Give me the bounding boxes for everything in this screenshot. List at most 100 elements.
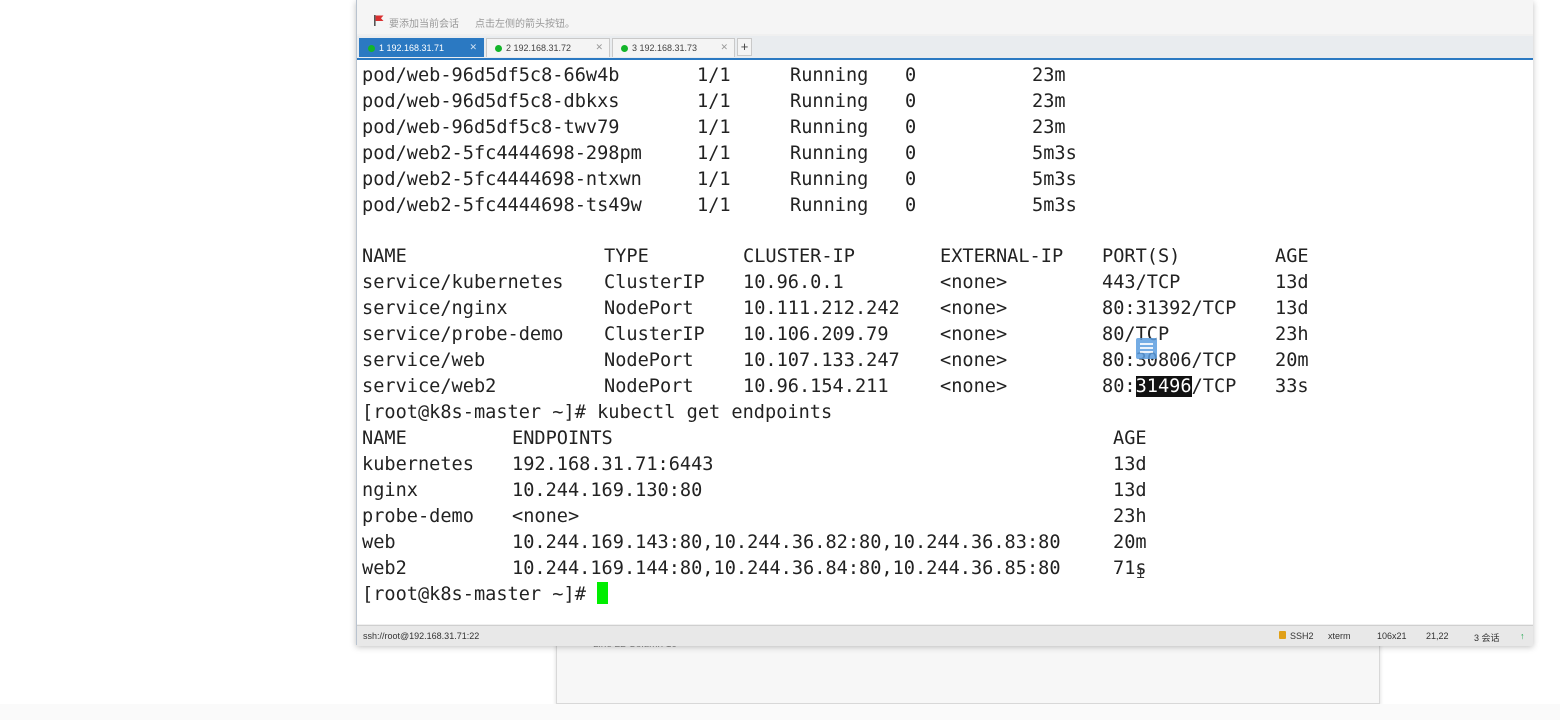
ssh-client-window: 要添加当前会话 点击左侧的箭头按钮。 1 192.168.31.71 ✕ 2 1…: [356, 0, 1533, 646]
pod-name: pod/web-96d5df5c8-66w4b: [362, 65, 620, 86]
service-cluster-ip: 10.96.0.1: [743, 272, 844, 293]
close-tab-icon[interactable]: ✕: [469, 42, 477, 53]
session-tab-label: 1 192.168.31.71: [379, 43, 445, 53]
pod-name: pod/web2-5fc4444698-298pm: [362, 143, 642, 164]
endpoint-addresses: <none>: [512, 506, 580, 527]
connection-address: ssh://root@192.168.31.71:22: [363, 631, 480, 641]
endpoint-name: kubernetes: [362, 454, 474, 475]
session-tab-label: 2 192.168.31.72: [506, 43, 572, 53]
hint-click-arrow: 点击左侧的箭头按钮。: [475, 19, 575, 30]
mouse-ibeam-icon: Ɪ: [1137, 567, 1145, 582]
endpoint-row: nginx 10.244.169.130:80 13d: [362, 478, 1147, 504]
pod-ready: 1/1: [697, 91, 731, 112]
service-row: service/web NodePort 10.107.133.247 <non…: [362, 348, 1309, 374]
session-tab-3[interactable]: 3 192.168.31.73 ✕: [612, 38, 735, 57]
session-hint-bar: 要添加当前会话 点击左侧的箭头按钮。: [357, 10, 1533, 34]
service-type: NodePort: [604, 350, 694, 371]
endpoint-header-row: NAME ENDPOINTS AGE: [362, 426, 1147, 452]
session-tab-2[interactable]: 2 192.168.31.72 ✕: [486, 38, 610, 57]
service-name: service/web2: [362, 376, 497, 397]
terminal-type: xterm: [1328, 631, 1351, 641]
terminal-output[interactable]: pod/web-96d5df5c8-66w4b 1/1 Running 0 23…: [357, 60, 1533, 624]
header-age: AGE: [1275, 246, 1309, 267]
arrow-up-icon[interactable]: ↑: [1520, 631, 1525, 641]
status-bar: ssh://root@192.168.31.71:22 SSH2 xterm 1…: [357, 625, 1533, 646]
pod-status: Running: [790, 65, 869, 86]
pod-row: pod/web-96d5df5c8-twv79 1/1 Running 0 23…: [362, 115, 1066, 141]
shell-prompt: [root@k8s-master ~]#: [362, 402, 586, 423]
session-tab-label: 3 192.168.31.73: [632, 43, 698, 53]
service-external-ip: <none>: [940, 298, 1008, 319]
pod-age: 23m: [1032, 91, 1066, 112]
endpoint-age: 13d: [1113, 454, 1147, 475]
service-name: service/probe-demo: [362, 324, 564, 345]
service-ports: 80:31392/TCP: [1102, 298, 1237, 319]
pod-ready: 1/1: [697, 195, 731, 216]
pod-age: 5m3s: [1032, 169, 1077, 190]
service-cluster-ip: 10.107.133.247: [743, 350, 900, 371]
endpoint-name: nginx: [362, 480, 418, 501]
terminal-size: 106x21: [1377, 631, 1407, 641]
endpoint-addresses: 10.244.169.143:80,10.244.36.82:80,10.244…: [512, 532, 1061, 553]
protocol-label: SSH2: [1290, 631, 1314, 641]
service-header-row: NAME TYPE CLUSTER-IP EXTERNAL-IP PORT(S)…: [362, 244, 1309, 270]
pod-row: pod/web-96d5df5c8-dbkxs 1/1 Running 0 23…: [362, 89, 1066, 115]
ports-suffix: /TCP: [1191, 376, 1237, 397]
terminal-cursor: [597, 582, 609, 604]
close-tab-icon[interactable]: ✕: [595, 42, 603, 53]
pod-row: pod/web2-5fc4444698-ts49w 1/1 Running 0 …: [362, 193, 1077, 219]
header-age: AGE: [1113, 428, 1147, 449]
copy-selection-icon[interactable]: [1136, 338, 1157, 359]
service-age: 20m: [1275, 350, 1309, 371]
connected-status-icon: [495, 45, 502, 52]
service-cluster-ip: 10.111.212.242: [743, 298, 900, 319]
service-name: service/nginx: [362, 298, 508, 319]
service-age: 13d: [1275, 298, 1309, 319]
hint-add-session: 要添加当前会话: [389, 19, 459, 30]
session-count: 3 会话: [1474, 633, 1500, 643]
pod-restarts: 0: [905, 169, 917, 190]
prompt-line[interactable]: [root@k8s-master ~]#: [362, 582, 609, 608]
header-external-ip: EXTERNAL-IP: [940, 246, 1064, 267]
service-row: service/kubernetes ClusterIP 10.96.0.1 <…: [362, 270, 1309, 296]
session-tab-bar: 1 192.168.31.71 ✕ 2 192.168.31.72 ✕ 3 19…: [357, 36, 1533, 60]
endpoint-name: web2: [362, 558, 407, 579]
selected-text[interactable]: 31496: [1135, 376, 1192, 397]
service-ports: 80:31496/TCP: [1102, 374, 1236, 400]
service-ports: 80:30806/TCP: [1102, 350, 1237, 371]
pod-status: Running: [790, 91, 869, 112]
service-external-ip: <none>: [940, 350, 1008, 371]
bookmark-flag-icon[interactable]: [373, 15, 384, 26]
pod-age: 5m3s: [1032, 143, 1077, 164]
endpoint-age: 23h: [1113, 506, 1147, 527]
service-ports: 443/TCP: [1102, 272, 1181, 293]
header-cluster-ip: CLUSTER-IP: [743, 246, 855, 267]
connected-status-icon: [621, 45, 628, 52]
shell-prompt: [root@k8s-master ~]#: [362, 584, 586, 605]
add-tab-button[interactable]: +: [737, 38, 752, 56]
pod-status: Running: [790, 143, 869, 164]
service-age: 13d: [1275, 272, 1309, 293]
pod-name: pod/web-96d5df5c8-dbkxs: [362, 91, 620, 112]
pod-status: Running: [790, 169, 869, 190]
service-row: service/nginx NodePort 10.111.212.242 <n…: [362, 296, 1309, 322]
desktop-background: [0, 0, 356, 720]
pod-name: pod/web2-5fc4444698-ntxwn: [362, 169, 642, 190]
pod-status: Running: [790, 117, 869, 138]
endpoint-addresses: 10.244.169.144:80,10.244.36.84:80,10.244…: [512, 558, 1061, 579]
pod-row: pod/web-96d5df5c8-66w4b 1/1 Running 0 23…: [362, 63, 1066, 89]
close-tab-icon[interactable]: ✕: [720, 42, 728, 53]
pod-age: 5m3s: [1032, 195, 1077, 216]
endpoint-name: probe-demo: [362, 506, 474, 527]
pod-row: pod/web2-5fc4444698-298pm 1/1 Running 0 …: [362, 141, 1077, 167]
service-name: service/web: [362, 350, 486, 371]
pod-restarts: 0: [905, 117, 917, 138]
pod-age: 23m: [1032, 117, 1066, 138]
service-type: NodePort: [604, 298, 694, 319]
service-external-ip: <none>: [940, 376, 1008, 397]
session-tab-1[interactable]: 1 192.168.31.71 ✕: [359, 38, 484, 57]
endpoint-addresses: 10.244.169.130:80: [512, 480, 703, 501]
service-cluster-ip: 10.96.154.211: [743, 376, 889, 397]
pod-restarts: 0: [905, 143, 917, 164]
service-cluster-ip: 10.106.209.79: [743, 324, 889, 345]
